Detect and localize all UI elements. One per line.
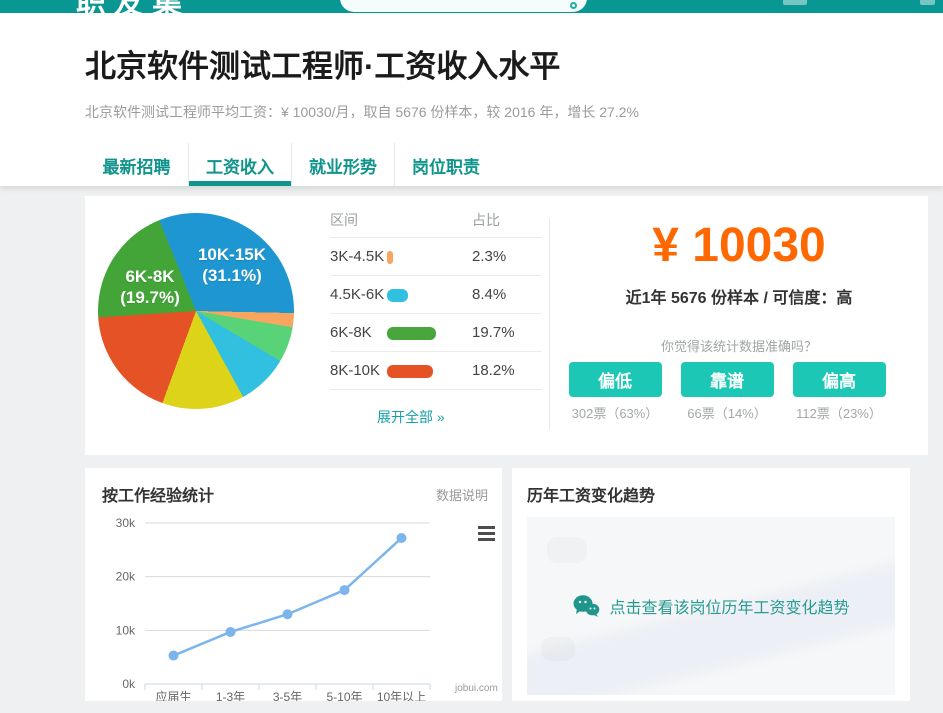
- vote-button-3[interactable]: 偏高: [793, 362, 886, 397]
- data-point[interactable]: [340, 585, 350, 595]
- range-label: 3K-4.5K: [330, 248, 384, 265]
- menu-icon[interactable]: [920, 0, 935, 5]
- vote-buttons: 偏低 302票（63%） 靠谱 66票（14%） 偏高 112票（23%）: [559, 362, 895, 422]
- x-tick-label: 5-10年: [326, 690, 362, 701]
- page-header-section: 北京软件测试工程师·工资收入水平 北京软件测试工程师平均工资：¥ 10030/月…: [0, 13, 943, 186]
- top-nav-bar: 职友集: [0, 0, 943, 13]
- average-salary-value: ¥ 10030: [550, 218, 928, 273]
- vote-option-2: 靠谱 66票（14%）: [671, 362, 783, 422]
- pct-value: 19.7%: [472, 324, 515, 341]
- pct-bar: [387, 365, 433, 378]
- data-point[interactable]: [226, 627, 236, 637]
- y-tick-label: 0k: [122, 677, 136, 691]
- pie-label-6k-8k: 6K-8K (19.7%): [85, 266, 215, 309]
- pct-bar: [387, 289, 408, 302]
- page-subtitle: 北京软件测试工程师平均工资：¥ 10030/月，取自 5676 份样本，较 20…: [85, 102, 639, 122]
- vote-question: 你觉得该统计数据准确吗？: [550, 336, 928, 355]
- view-trend-cta[interactable]: 点击查看该岗位历年工资变化趋势: [527, 517, 895, 695]
- x-tick-label: 应届生: [155, 689, 191, 701]
- watermark: jobui.com: [455, 683, 498, 694]
- y-tick-label: 10k: [116, 623, 136, 637]
- table-header: 区间 占比: [330, 210, 542, 237]
- data-point[interactable]: [397, 533, 407, 543]
- distribution-table: 区间 占比 3K-4.5K 2.3% 4.5K-6K 8.4% 6K-8K 19.7% 8K…: [330, 210, 542, 390]
- page-title: 北京软件测试工程师·工资收入水平: [85, 41, 560, 86]
- pct-bar: [387, 327, 436, 340]
- column-header-range: 区间: [330, 212, 358, 228]
- trend-card: 历年工资变化趋势 点击查看该岗位历年工资变化趋势: [512, 468, 910, 701]
- view-trend-label: 点击查看该岗位历年工资变化趋势: [609, 594, 849, 618]
- range-label: 4.5K-6K: [330, 286, 384, 303]
- wechat-icon: [572, 594, 600, 618]
- vote-button-1[interactable]: 偏低: [569, 362, 662, 397]
- vote-count: 112票（23%）: [783, 403, 895, 422]
- experience-chart-card: 按工作经验统计 数据说明 0k10k20k30k应届生1-3年3-5年5-10年…: [85, 468, 502, 701]
- experience-line-chart: 0k 10k 20k 30k 应届生 1-3年 3-5年 5-10年 10年以上: [85, 468, 502, 701]
- vote-button-2[interactable]: 靠谱: [681, 362, 774, 397]
- vote-option-3: 偏高 112票（23%）: [783, 362, 895, 422]
- table-footer-divider: [330, 389, 542, 390]
- search-input[interactable]: [340, 0, 587, 12]
- tab-3[interactable]: 就业形势: [291, 143, 394, 186]
- user-icon[interactable]: [783, 0, 807, 5]
- trend-card-title: 历年工资变化趋势: [527, 482, 655, 506]
- range-label: 6K-8K: [330, 324, 372, 341]
- pct-value: 2.3%: [472, 248, 506, 265]
- expand-all-link[interactable]: 展开全部 »: [377, 407, 445, 427]
- distribution-rows: 3K-4.5K 2.3% 4.5K-6K 8.4% 6K-8K 19.7% 8K-10K 18…: [330, 237, 542, 389]
- table-row: 8K-10K 18.2%: [330, 351, 542, 389]
- pct-bar: [387, 251, 393, 264]
- tab-1[interactable]: 最新招聘: [85, 143, 188, 186]
- range-label: 8K-10K: [330, 362, 380, 379]
- tab-2[interactable]: 工资收入: [188, 143, 291, 186]
- site-logo[interactable]: 职友集: [76, 0, 190, 13]
- vote-count: 66票（14%）: [671, 403, 783, 422]
- y-tick-label: 20k: [116, 570, 136, 584]
- table-row: 3K-4.5K 2.3%: [330, 237, 542, 275]
- salary-pie-chart[interactable]: [98, 213, 294, 409]
- vote-count: 302票（63%）: [559, 403, 671, 422]
- search-icon: [570, 2, 577, 9]
- x-tick-label: 1-3年: [216, 690, 245, 701]
- pct-value: 18.2%: [472, 362, 515, 379]
- tab-4[interactable]: 岗位职责: [394, 143, 497, 186]
- pct-value: 8.4%: [472, 286, 506, 303]
- sample-info: 近1年 5676 份样本 / 可信度：高: [550, 284, 928, 308]
- data-point[interactable]: [169, 651, 179, 661]
- x-tick-label: 3-5年: [273, 690, 302, 701]
- tabs: 最新招聘工资收入就业形势岗位职责: [85, 143, 497, 186]
- table-row: 6K-8K 19.7%: [330, 313, 542, 351]
- y-tick-label: 30k: [116, 516, 136, 530]
- column-header-pct: 占比: [472, 210, 500, 230]
- data-point[interactable]: [283, 609, 293, 619]
- salary-summary-card: 10K-15K (31.1%) 6K-8K (19.7%) 区间 占比 3K-4…: [85, 196, 928, 455]
- vote-option-1: 偏低 302票（63%）: [559, 362, 671, 422]
- x-tick-label: 10年以上: [377, 690, 426, 701]
- trend-placeholder: 点击查看该岗位历年工资变化趋势: [527, 517, 895, 695]
- table-row: 4.5K-6K 8.4%: [330, 275, 542, 313]
